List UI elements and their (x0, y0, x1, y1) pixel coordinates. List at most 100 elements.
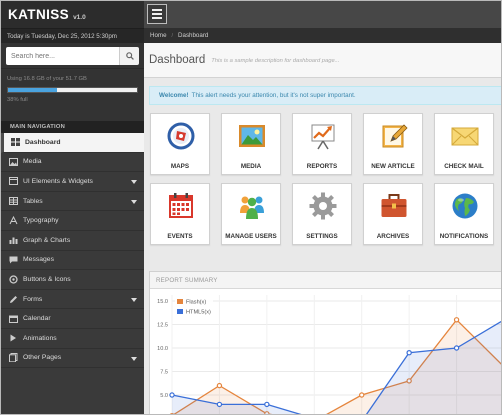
typography-icon (8, 216, 18, 225)
picture-icon (239, 125, 265, 147)
tile-label: MEDIA (240, 163, 262, 170)
tile-label: SETTINGS (306, 233, 338, 240)
chevron-down-icon (131, 180, 137, 185)
tile-new-article[interactable]: NEW ARTICLE (363, 113, 423, 175)
pencil-icon (8, 295, 18, 304)
tile-label: MAPS (170, 163, 190, 170)
data-point (453, 317, 460, 323)
data-point (453, 345, 460, 351)
sidebar-item-messages[interactable]: Messages (1, 251, 144, 271)
compass-icon (167, 122, 195, 150)
sidebar-item-other-pages[interactable]: Other Pages (1, 349, 144, 369)
data-point (264, 401, 270, 408)
y-tick-label: 12.5 (157, 323, 168, 329)
hamburger-icon-line (152, 17, 162, 19)
tile-settings[interactable]: SETTINGS (292, 183, 352, 245)
sidebar-item-graph-charts[interactable]: Graph & Charts (1, 231, 144, 251)
search-area (1, 43, 144, 69)
sidebar-item-tables[interactable]: Tables (1, 192, 144, 212)
briefcase-icon (381, 194, 407, 217)
main-content: Dashboard This is a sample description f… (144, 43, 501, 414)
tile-label: EVENTS (167, 233, 193, 240)
logo-bar: KATNISS v1.0 (1, 1, 144, 28)
sidebar-item-buttons-icons[interactable]: Buttons & Icons (1, 270, 144, 290)
sidebar-item-label: Forms (23, 295, 43, 303)
breadcrumb: Home / Dashboard (144, 28, 501, 43)
report-summary-panel: REPORT SUMMARY 15.0 12.5 10.0 7.5 5.0 Flash(x… (149, 271, 501, 414)
calendar-icon (8, 314, 18, 323)
info-alert: Welcome! This alert needs your attention… (149, 86, 501, 105)
data-point (406, 350, 412, 356)
data-point (216, 382, 223, 389)
users-icon (240, 196, 264, 219)
sidebar-item-animations[interactable]: Animations (1, 329, 144, 349)
y-tick-label: 15.0 (157, 299, 168, 305)
y-tick-label: 10.0 (157, 346, 168, 352)
breadcrumb-separator: / (171, 32, 174, 39)
tile-events[interactable]: EVENTS (150, 183, 210, 245)
envelope-icon (451, 127, 479, 146)
tile-notifications[interactable]: NOTIFICATIONS (434, 183, 494, 245)
report-chart: 15.0 12.5 10.0 7.5 5.0 Flash(x) HTML5(x) (157, 295, 501, 414)
chevron-down-icon (131, 199, 137, 204)
sidebar: KATNISS v1.0 Today is Tuesday, Dec 25, 2… (1, 1, 144, 414)
tile-media[interactable]: MEDIA (221, 113, 281, 175)
widgets-icon (8, 177, 18, 186)
tile-manage-users[interactable]: MANAGE USERS (221, 183, 281, 245)
chart-icon (8, 236, 18, 245)
sidebar-item-label: Graph & Charts (23, 236, 71, 244)
usage-progress-bar (7, 87, 138, 93)
sidebar-item-dashboard[interactable]: Dashboard (1, 133, 144, 153)
sidebar-item-label: Messages (23, 256, 54, 264)
menu-toggle-button[interactable] (147, 4, 167, 24)
tile-label: NOTIFICATIONS (439, 233, 489, 240)
report-chart-icon (311, 124, 335, 150)
tile-maps[interactable]: MAPS (150, 113, 210, 175)
usage-progress-fill (8, 88, 58, 92)
legend-label: HTML5(x) (186, 310, 211, 316)
sidebar-item-calendar[interactable]: Calendar (1, 309, 144, 329)
edit-note-icon (382, 124, 408, 148)
breadcrumb-home[interactable]: Home (150, 32, 167, 39)
y-tick-label: 7.5 (160, 370, 168, 376)
page-title: Dashboard (149, 54, 206, 66)
alert-strong: Welcome! (159, 92, 189, 99)
sidebar-item-forms[interactable]: Forms (1, 290, 144, 310)
hamburger-icon (152, 9, 162, 11)
messages-icon (8, 255, 18, 264)
sidebar-item-media[interactable]: Media (1, 153, 144, 173)
globe-icon (452, 193, 478, 219)
tile-label: ARCHIVES (376, 233, 410, 240)
search-input[interactable] (6, 47, 119, 65)
legend-swatch (177, 309, 183, 314)
sidebar-item-label: Other Pages (23, 354, 62, 362)
usage-percent-label: 38% full (7, 97, 28, 103)
data-point (359, 392, 365, 398)
tile-check-mail[interactable]: CHECK MAIL (434, 113, 494, 175)
buttons-icon (8, 275, 18, 284)
tile-label: REPORTS (306, 163, 338, 170)
sidebar-item-typography[interactable]: Typography (1, 211, 144, 231)
breadcrumb-current: Dashboard (178, 32, 209, 39)
page-description: This is a sample description for dashboa… (211, 58, 340, 64)
sidebar-item-label: Tables (23, 197, 43, 205)
table-icon (8, 197, 18, 206)
data-point (169, 392, 175, 398)
sidebar-item-ui-elements[interactable]: UI Elements & Widgets (1, 172, 144, 192)
tile-label: MANAGE USERS (225, 233, 277, 240)
sidebar-item-label: Typography (23, 217, 59, 225)
legend-label: Flash(x) (186, 300, 206, 306)
chevron-down-icon (131, 297, 137, 302)
report-summary-title: REPORT SUMMARY (150, 272, 501, 289)
app-logo[interactable]: KATNISS (8, 7, 69, 22)
nav-heading: MAIN NAVIGATION (1, 121, 144, 133)
date-text: Today is Tuesday, Dec 25, 2012 5:30pm (1, 28, 144, 43)
tile-label: NEW ARTICLE (371, 163, 415, 170)
search-icon (125, 52, 134, 60)
usage-text: Using 16.8 GB of your 51.7 GB (7, 76, 87, 82)
tile-archives[interactable]: ARCHIVES (363, 183, 423, 245)
page: KATNISS v1.0 Today is Tuesday, Dec 25, 2… (0, 0, 502, 415)
tile-reports[interactable]: REPORTS (292, 113, 352, 175)
play-icon (8, 334, 18, 343)
search-button[interactable] (119, 47, 139, 65)
